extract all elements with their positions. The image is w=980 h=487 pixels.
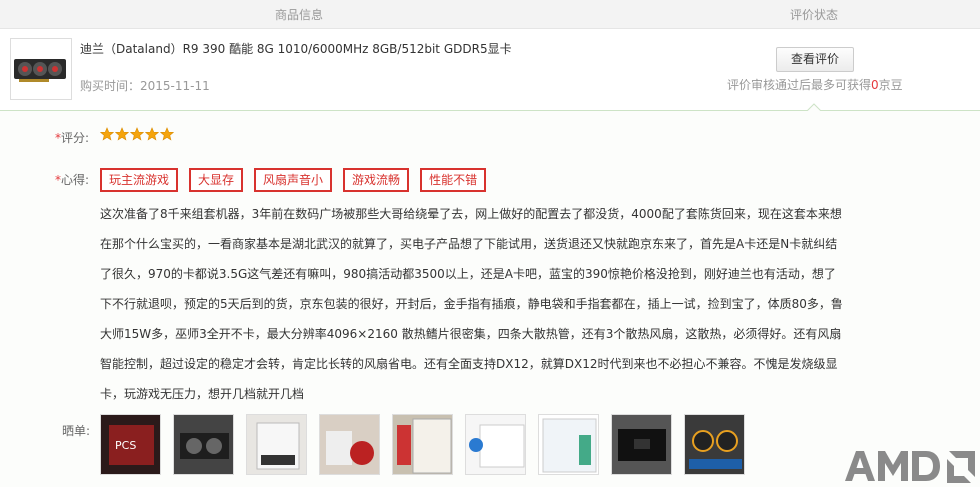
comment-label: *心得: bbox=[55, 171, 89, 188]
review-photo[interactable] bbox=[392, 414, 453, 475]
tag-item[interactable]: 风扇声音小 bbox=[254, 168, 333, 192]
star-icon[interactable] bbox=[130, 127, 144, 141]
table-header: 商品信息 评价状态 bbox=[0, 0, 980, 29]
svg-text:PCS: PCS bbox=[115, 439, 136, 452]
reward-hint: 评价审核通过后最多可获得0京豆 bbox=[727, 76, 903, 93]
star-icon[interactable] bbox=[100, 127, 114, 141]
tag-item[interactable]: 大显存 bbox=[189, 168, 244, 192]
tag-item[interactable]: 性能不错 bbox=[420, 168, 487, 192]
review-photo[interactable] bbox=[319, 414, 380, 475]
review-form: *评分: *心得: 玩主流游戏 大显存 风扇声音小 游戏流畅 性能不错 这次准备… bbox=[0, 111, 980, 487]
photo-gallery: PCS bbox=[100, 414, 745, 475]
purchase-date-label: 购买时间： bbox=[80, 79, 141, 93]
review-photo[interactable] bbox=[684, 414, 745, 475]
tag-item[interactable]: 玩主流游戏 bbox=[100, 168, 179, 192]
review-photo[interactable] bbox=[465, 414, 526, 475]
score-label: *评分: bbox=[55, 129, 89, 146]
review-content: 这次准备了8千来组套机器，3年前在数码广场被那些大哥给绕晕了去，网上做好的配置去… bbox=[100, 207, 843, 401]
reward-number: 0 bbox=[871, 78, 879, 92]
product-row: 迪兰（Dataland）R9 390 酷能 8G 1010/6000MHz 8G… bbox=[0, 30, 980, 111]
review-photo[interactable] bbox=[538, 414, 599, 475]
star-icon[interactable] bbox=[160, 127, 174, 141]
photos-label: 晒单: bbox=[62, 424, 91, 438]
star-icon[interactable] bbox=[145, 127, 159, 141]
review-photo[interactable] bbox=[246, 414, 307, 475]
tag-list: 玩主流游戏 大显存 风扇声音小 游戏流畅 性能不错 bbox=[100, 168, 487, 192]
header-review-status: 评价状态 bbox=[790, 8, 839, 22]
comment-label-text: 心得: bbox=[61, 173, 90, 187]
purchase-date: 购买时间：2015-11-11 bbox=[80, 77, 210, 94]
header-product-info: 商品信息 bbox=[275, 8, 324, 22]
reward-prefix: 评价审核通过后最多可获得 bbox=[727, 78, 872, 92]
score-label-text: 评分: bbox=[61, 131, 90, 145]
star-icon[interactable] bbox=[115, 127, 129, 141]
product-thumbnail[interactable] bbox=[10, 38, 72, 100]
review-photo[interactable] bbox=[173, 414, 234, 475]
amd-logo-icon bbox=[845, 451, 975, 483]
reward-suffix: 京豆 bbox=[878, 78, 903, 92]
tag-item[interactable]: 游戏流畅 bbox=[343, 168, 410, 192]
view-review-button[interactable]: 查看评价 bbox=[776, 47, 854, 72]
review-photo[interactable] bbox=[611, 414, 672, 475]
star-rating[interactable] bbox=[100, 127, 174, 141]
review-photo[interactable]: PCS bbox=[100, 414, 161, 475]
purchase-date-value: 2015-11-11 bbox=[140, 79, 210, 93]
product-title-link[interactable]: 迪兰（Dataland）R9 390 酷能 8G 1010/6000MHz 8G… bbox=[80, 40, 512, 57]
